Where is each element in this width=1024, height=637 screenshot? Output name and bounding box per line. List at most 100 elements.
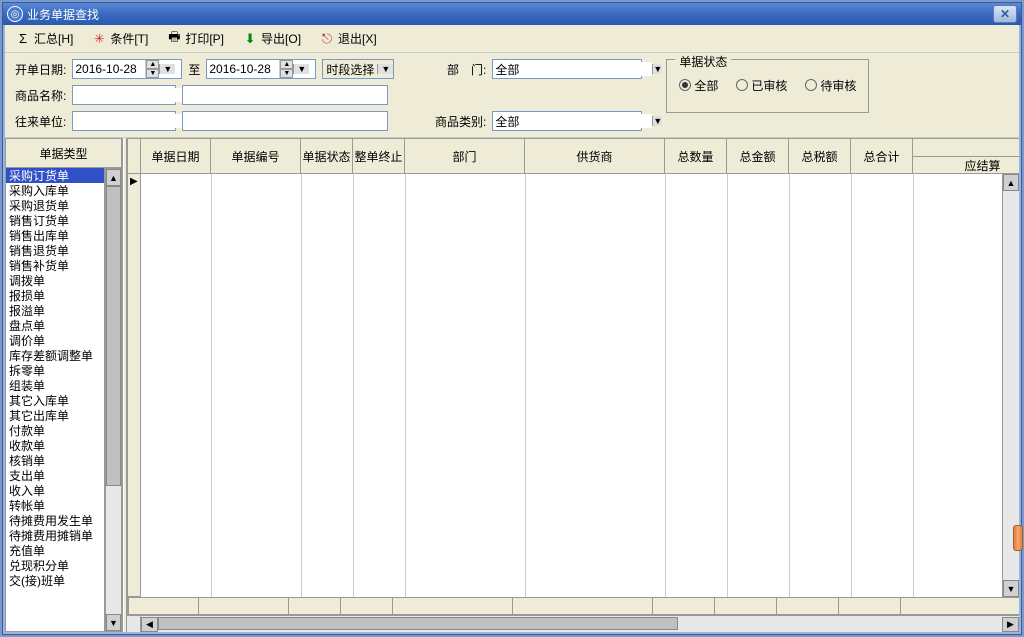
condition-button[interactable]: ✳条件[T] [87, 28, 152, 49]
list-item[interactable]: 转帐单 [6, 498, 104, 513]
list-item[interactable]: 采购退货单 [6, 198, 104, 213]
radio-pending[interactable]: 待审核 [805, 77, 856, 94]
name-extra-input[interactable] [182, 85, 388, 105]
list-item[interactable]: 调拨单 [6, 273, 104, 288]
radio-all[interactable]: 全部 [679, 77, 718, 94]
dept-input[interactable] [493, 62, 652, 76]
doc-type-list[interactable]: 采购订货单采购入库单采购退货单销售订货单销售出库单销售退货单销售补货单调拨单报损… [5, 168, 105, 632]
exit-icon: ⎋ [319, 31, 335, 47]
party-label: 往来单位: [15, 113, 66, 130]
col-header[interactable]: 供货商 [525, 138, 665, 174]
sum-button[interactable]: Σ汇总[H] [11, 28, 77, 49]
spin-down-icon[interactable]: ▼ [280, 69, 293, 78]
list-item[interactable]: 销售订货单 [6, 213, 104, 228]
exit-button[interactable]: ⎋退出[X] [315, 28, 381, 49]
sigma-icon: Σ [15, 31, 31, 47]
scroll-up-icon[interactable]: ▲ [1003, 174, 1019, 191]
cat-label: 商品类别: [426, 113, 486, 130]
list-item[interactable]: 报损单 [6, 288, 104, 303]
col-header[interactable]: 总数量 [665, 138, 727, 174]
col-header[interactable]: 总税额 [789, 138, 851, 174]
h-scroll-thumb[interactable] [158, 617, 678, 630]
close-button[interactable]: ✕ [993, 5, 1017, 23]
export-button[interactable]: ⬇导出[O] [238, 28, 305, 49]
date-from-input[interactable] [73, 62, 145, 76]
wand-icon: ✳ [91, 31, 107, 47]
col-header[interactable]: 单据编号 [211, 138, 301, 174]
scroll-left-icon[interactable]: ◀ [141, 617, 158, 632]
list-item[interactable]: 销售退货单 [6, 243, 104, 258]
scroll-thumb[interactable] [106, 186, 121, 486]
h-scrollbar[interactable]: ◀ ▶ [127, 615, 1019, 632]
dropdown-icon[interactable]: ▼ [652, 64, 662, 74]
list-item[interactable]: 拆零单 [6, 363, 104, 378]
list-item[interactable]: 其它入库单 [6, 393, 104, 408]
radio-all-label: 全部 [694, 77, 718, 94]
condition-label: 条件[T] [110, 30, 148, 47]
list-item[interactable]: 核销单 [6, 453, 104, 468]
dropdown-icon[interactable]: ▼ [159, 64, 175, 74]
left-scrollbar[interactable]: ▲ ▼ [105, 168, 122, 632]
cat-input[interactable] [493, 114, 652, 128]
radio-pending-label: 待审核 [820, 77, 856, 94]
radio-icon [736, 79, 748, 91]
to-label: 至 [188, 61, 200, 78]
list-item[interactable]: 支出单 [6, 468, 104, 483]
list-item[interactable]: 调价单 [6, 333, 104, 348]
dept-label: 部 门: [426, 61, 486, 78]
scroll-right-icon[interactable]: ▶ [1002, 617, 1019, 632]
dept-combo[interactable]: ▼ [492, 59, 642, 79]
date-from-field[interactable]: ▲▼ ▼ [72, 59, 182, 79]
period-label: 时段选择 [323, 61, 377, 78]
date-to-input[interactable] [207, 62, 279, 76]
col-header[interactable]: 整单终止 [353, 138, 405, 174]
list-item[interactable]: 采购订货单 [6, 168, 104, 183]
list-item[interactable]: 销售补货单 [6, 258, 104, 273]
col-header[interactable]: 总合计 [851, 138, 913, 174]
list-item[interactable]: 库存差额调整单 [6, 348, 104, 363]
col-header[interactable]: 单据状态 [301, 138, 353, 174]
exit-label: 退出[X] [338, 30, 377, 47]
list-item[interactable]: 报溢单 [6, 303, 104, 318]
spin-up-icon[interactable]: ▲ [280, 60, 293, 69]
list-item[interactable]: 其它出库单 [6, 408, 104, 423]
list-item[interactable]: 盘点单 [6, 318, 104, 333]
list-item[interactable]: 采购入库单 [6, 183, 104, 198]
list-item[interactable]: 兑现积分单 [6, 558, 104, 573]
status-groupbox: 单据状态 全部 已审核 待审核 [666, 59, 869, 113]
name-combo[interactable]: ▼ [72, 85, 176, 105]
col-header[interactable]: 单据日期 [141, 138, 211, 174]
radio-icon [679, 79, 691, 91]
date-to-field[interactable]: ▲▼ ▼ [206, 59, 316, 79]
spin-up-icon[interactable]: ▲ [146, 60, 159, 69]
list-item[interactable]: 销售出库单 [6, 228, 104, 243]
list-item[interactable]: 收入单 [6, 483, 104, 498]
print-button[interactable]: 🖶打印[P] [162, 28, 228, 49]
list-item[interactable]: 收款单 [6, 438, 104, 453]
col-header[interactable]: 部门 [405, 138, 525, 174]
list-item[interactable]: 交(接)班单 [6, 573, 104, 588]
list-item[interactable]: 付款单 [6, 423, 104, 438]
spin-down-icon[interactable]: ▼ [146, 69, 159, 78]
list-item[interactable]: 充值单 [6, 543, 104, 558]
current-row-icon: ▶ [130, 176, 138, 187]
dropdown-icon[interactable]: ▼ [652, 116, 662, 126]
list-item[interactable]: 待摊费用摊销单 [6, 528, 104, 543]
app-icon: ◎ [7, 6, 23, 22]
dropdown-icon[interactable]: ▼ [293, 64, 309, 74]
scroll-down-icon[interactable]: ▼ [1003, 580, 1019, 597]
scroll-up-icon[interactable]: ▲ [106, 169, 121, 186]
export-label: 导出[O] [261, 30, 301, 47]
radio-approved[interactable]: 已审核 [736, 77, 787, 94]
col-header[interactable]: 总金额 [727, 138, 789, 174]
window-grip[interactable] [1013, 525, 1023, 551]
party-combo[interactable]: ▼ [72, 111, 176, 131]
col-header-group[interactable]: 预应结算 [913, 138, 1019, 174]
dropdown-icon[interactable]: ▼ [377, 64, 393, 74]
party-extra-input[interactable] [182, 111, 388, 131]
scroll-down-icon[interactable]: ▼ [106, 614, 121, 631]
cat-combo[interactable]: ▼ [492, 111, 642, 131]
list-item[interactable]: 组装单 [6, 378, 104, 393]
list-item[interactable]: 待摊费用发生单 [6, 513, 104, 528]
period-select-button[interactable]: 时段选择 ▼ [322, 59, 394, 79]
